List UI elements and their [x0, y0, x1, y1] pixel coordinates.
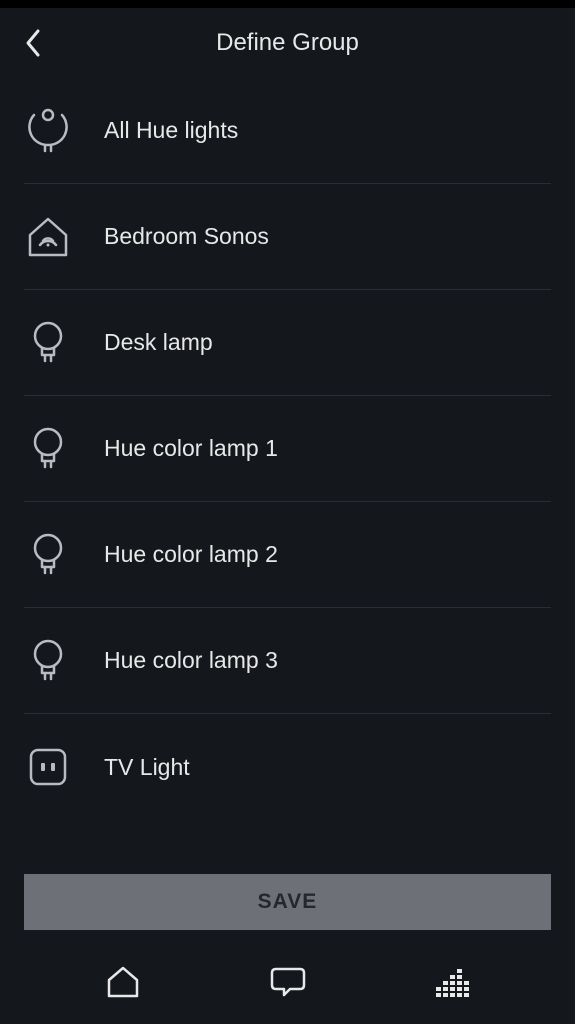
tab-bar [0, 948, 575, 1024]
speaker-house-icon [26, 212, 70, 262]
device-label: Hue color lamp 2 [104, 541, 278, 568]
device-row-hue-color-lamp-1[interactable]: Hue color lamp 1 [24, 396, 551, 502]
device-row-desk-lamp[interactable]: Desk lamp [24, 290, 551, 396]
device-label: Hue color lamp 1 [104, 435, 278, 462]
home-icon [105, 964, 141, 1000]
device-list: All Hue lights Bedroom Sonos [0, 78, 575, 874]
device-label: TV Light [104, 754, 190, 781]
device-label: All Hue lights [104, 117, 238, 144]
device-row-hue-color-lamp-2[interactable]: Hue color lamp 2 [24, 502, 551, 608]
bulb-icon [26, 530, 70, 580]
tab-chat[interactable] [258, 957, 318, 1007]
device-row-all-hue-lights[interactable]: All Hue lights [24, 78, 551, 184]
page-title: Define Group [20, 29, 555, 57]
header: Define Group [0, 8, 575, 78]
hue-group-icon [26, 106, 70, 156]
device-label: Hue color lamp 3 [104, 647, 278, 674]
tab-music[interactable] [423, 957, 483, 1007]
device-row-hue-color-lamp-3[interactable]: Hue color lamp 3 [24, 608, 551, 714]
bulb-icon [26, 424, 70, 474]
tab-home[interactable] [93, 957, 153, 1007]
save-button[interactable]: SAVE [24, 874, 551, 930]
back-button[interactable] [24, 28, 42, 58]
device-label: Desk lamp [104, 329, 213, 356]
chevron-left-icon [24, 28, 42, 58]
plug-icon [26, 742, 70, 792]
device-row-tv-light[interactable]: TV Light [24, 714, 551, 820]
device-label: Bedroom Sonos [104, 223, 269, 250]
device-row-bedroom-sonos[interactable]: Bedroom Sonos [24, 184, 551, 290]
bulb-icon [26, 636, 70, 686]
chat-icon [270, 965, 306, 999]
save-wrap: SAVE [0, 874, 575, 948]
bulb-icon [26, 318, 70, 368]
equalizer-icon [436, 967, 470, 997]
